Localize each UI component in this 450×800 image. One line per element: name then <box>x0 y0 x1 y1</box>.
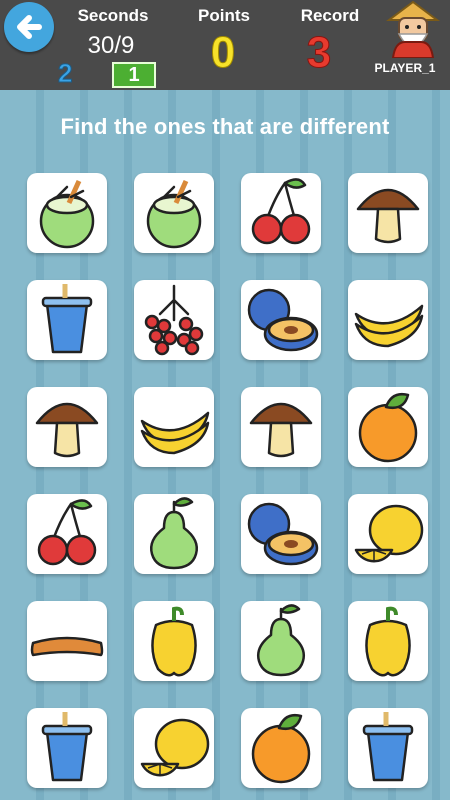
points-value: 0 <box>210 28 236 78</box>
lemon-icon <box>354 504 424 563</box>
mushroom-icon <box>249 402 313 458</box>
record-value: 3 <box>306 28 332 78</box>
sausage-icon <box>30 636 104 657</box>
cherries-icon <box>251 178 311 245</box>
arrow-left-icon <box>17 15 42 39</box>
card-drink[interactable] <box>27 708 107 788</box>
banana-icon <box>354 304 424 348</box>
card-plum[interactable] <box>241 280 321 360</box>
instruction-text: Find the ones that are different <box>60 114 390 139</box>
top-bar: Seconds 30/9 2 1 Points 0 Record 3 PLAYE… <box>0 0 450 90</box>
back-button[interactable] <box>4 2 54 52</box>
drink-icon <box>362 712 414 782</box>
card-pear[interactable] <box>241 601 321 681</box>
mushroom-icon <box>35 402 99 458</box>
card-pepper[interactable] <box>348 601 428 681</box>
card-orange[interactable] <box>241 708 321 788</box>
card-berries[interactable] <box>134 280 214 360</box>
card-mushroom[interactable] <box>348 173 428 253</box>
card-pear[interactable] <box>134 494 214 574</box>
counter-left: 2 <box>57 58 73 89</box>
berries-icon <box>144 284 204 356</box>
banana-icon <box>140 411 210 455</box>
pepper-icon <box>151 606 197 677</box>
coconut-icon <box>39 179 95 249</box>
avatar <box>386 0 440 58</box>
pepper-icon <box>365 606 411 677</box>
record-label: Record <box>300 6 360 25</box>
mushroom-icon <box>356 188 420 244</box>
coconut-icon <box>146 179 202 249</box>
card-banana[interactable] <box>348 280 428 360</box>
card-cherries[interactable] <box>241 173 321 253</box>
plum-icon <box>247 502 319 566</box>
card-cherries[interactable] <box>27 494 107 574</box>
seconds-label: Seconds <box>77 6 149 25</box>
pear-icon <box>150 497 198 570</box>
card-drink[interactable] <box>27 280 107 360</box>
card-coconut[interactable] <box>27 173 107 253</box>
drink-icon <box>41 284 93 354</box>
orange-icon <box>358 393 418 463</box>
orange-icon <box>251 714 311 784</box>
seconds-value: 30/9 <box>87 32 135 59</box>
card-lemon[interactable] <box>134 708 214 788</box>
pear-icon <box>257 604 305 677</box>
card-drink[interactable] <box>348 708 428 788</box>
card-plum[interactable] <box>241 494 321 574</box>
counter-badge: 1 <box>112 62 156 88</box>
plum-icon <box>247 288 319 352</box>
drink-icon <box>41 712 93 782</box>
player-name: PLAYER_1 <box>374 61 436 75</box>
card-mushroom[interactable] <box>27 387 107 467</box>
points-label: Points <box>198 6 250 25</box>
game-screen: Seconds 30/9 2 1 Points 0 Record 3 PLAYE… <box>0 0 450 800</box>
card-orange[interactable] <box>348 387 428 467</box>
lemon-icon <box>140 718 210 777</box>
cherries-icon <box>37 499 97 566</box>
card-sausage[interactable] <box>27 601 107 681</box>
card-mushroom[interactable] <box>241 387 321 467</box>
card-pepper[interactable] <box>134 601 214 681</box>
card-banana[interactable] <box>134 387 214 467</box>
card-lemon[interactable] <box>348 494 428 574</box>
card-coconut[interactable] <box>134 173 214 253</box>
